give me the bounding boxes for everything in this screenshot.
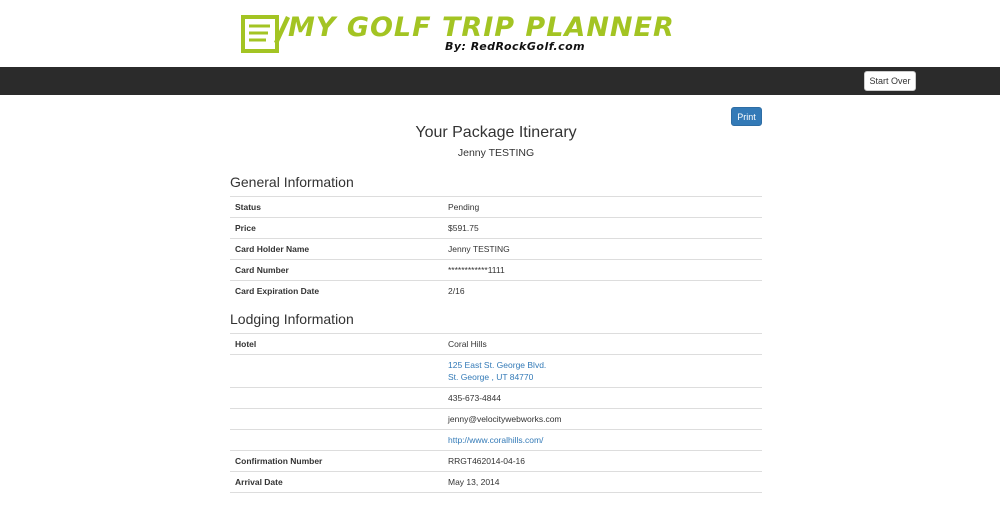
table-row: Arrival Date May 13, 2014 [230, 471, 762, 493]
row-value: $591.75 [443, 217, 762, 239]
row-label [230, 354, 443, 388]
row-label: Confirmation Number [230, 450, 443, 472]
table-row: Card Holder Name Jenny TESTING [230, 238, 762, 260]
site-logo[interactable]: My Golf Trip Planner By: RedRockGolf.com [240, 10, 674, 58]
table-row: Price $591.75 [230, 217, 762, 239]
row-label [230, 492, 443, 514]
row-label: Arrival Date [230, 471, 443, 493]
table-row: 125 East St. George Blvd. St. George , U… [230, 354, 762, 388]
row-label [230, 429, 443, 451]
customer-name: Jenny TESTING [457, 147, 535, 159]
general-info-heading: General Information [230, 174, 354, 190]
table-row: Card Expiration Date 2/16 [230, 280, 762, 302]
hotel-email: jenny@velocitywebworks.com [443, 408, 762, 430]
table-row [230, 492, 762, 514]
row-label: Price [230, 217, 443, 239]
row-label: Card Number [230, 259, 443, 281]
address-line-1: 125 East St. George Blvd. [448, 360, 547, 370]
lodging-info-table: Hotel Coral Hills 125 East St. George Bl… [230, 333, 762, 514]
logo-title: My Golf Trip Planner [288, 12, 675, 43]
table-row: jenny@velocitywebworks.com [230, 408, 762, 430]
top-navbar: Start Over [0, 67, 1000, 95]
table-row: 435-673-4844 [230, 387, 762, 409]
table-row: Hotel Coral Hills [230, 333, 762, 355]
row-label [230, 408, 443, 430]
table-row: http://www.coralhills.com/ [230, 429, 762, 451]
site-header: My Golf Trip Planner By: RedRockGolf.com [0, 0, 1000, 67]
row-label: Card Holder Name [230, 238, 443, 260]
row-value: 2/16 [443, 280, 762, 302]
confirmation-number: RRGT462014-04-16 [443, 450, 762, 472]
table-row: Status Pending [230, 196, 762, 218]
notepad-icon [241, 15, 290, 53]
start-over-button[interactable]: Start Over [864, 71, 916, 91]
row-label: Card Expiration Date [230, 280, 443, 302]
logo-subtitle: By: RedRockGolf.com [445, 40, 586, 53]
hotel-name: Coral Hills [443, 333, 762, 355]
general-info-table: Status Pending Price $591.75 Card Holder… [230, 196, 762, 302]
hotel-address-link[interactable]: 125 East St. George Blvd. St. George , U… [443, 354, 762, 388]
hotel-website-link[interactable]: http://www.coralhills.com/ [443, 429, 762, 451]
lodging-info-heading: Lodging Information [230, 311, 354, 327]
table-row: Card Number ************1111 [230, 259, 762, 281]
row-value: ************1111 [443, 259, 762, 281]
row-value: Pending [443, 196, 762, 218]
table-row: Confirmation Number RRGT462014-04-16 [230, 450, 762, 472]
arrival-date: May 13, 2014 [443, 471, 762, 493]
row-label: Hotel [230, 333, 443, 355]
row-value [443, 492, 762, 514]
row-value: Jenny TESTING [443, 238, 762, 260]
hotel-phone: 435-673-4844 [443, 387, 762, 409]
row-label: Status [230, 196, 443, 218]
address-line-2: St. George , UT 84770 [448, 372, 534, 382]
row-label [230, 387, 443, 409]
page-title: Your Package Itinerary [415, 124, 577, 141]
